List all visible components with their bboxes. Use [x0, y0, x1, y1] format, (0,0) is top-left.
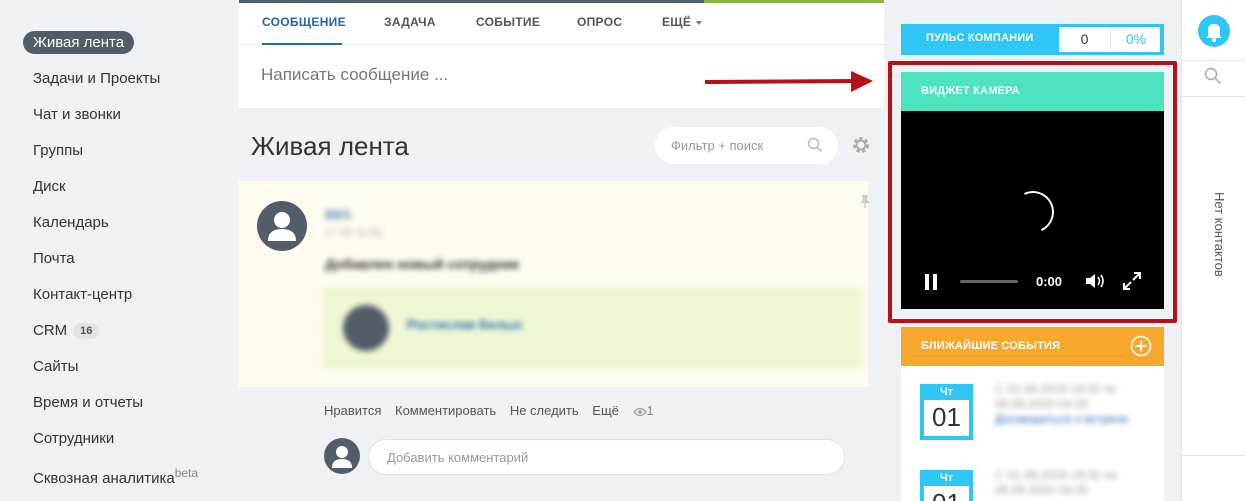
event-day: 01: [932, 402, 961, 432]
event-day-of-week: Чт: [920, 384, 973, 400]
upcoming-events-list: Чт 01 С 01.08.2019 19:32 по 06.08.2020 0…: [901, 366, 1164, 501]
event-range: С 01.08.2019 19:32 по 06.08.2020 04:25: [995, 468, 1117, 497]
person-avatar: [343, 305, 389, 351]
beta-badge: beta: [174, 466, 199, 480]
tab-poll[interactable]: ОПРОС: [577, 15, 622, 29]
sidebar-item-chat[interactable]: Чат и звонки: [33, 106, 121, 123]
person-name-link[interactable]: Ростислав Белых: [407, 317, 522, 332]
views-count: 1: [646, 403, 654, 418]
sidebar-item-analytics[interactable]: Сквозная аналитикаbeta: [33, 466, 198, 487]
crm-counter-badge: 16: [73, 323, 100, 340]
sidebar-item-sites[interactable]: Сайты: [33, 358, 78, 375]
like-button[interactable]: Нравится: [324, 403, 381, 418]
company-pulse-widget[interactable]: ПУЛЬС КОМПАНИИ 0 0%: [901, 24, 1164, 55]
event-day-of-week: Чт: [920, 470, 973, 486]
contacts-panel: Нет контактов: [1181, 0, 1245, 501]
more-button[interactable]: Ещё: [592, 403, 619, 418]
notifications-button[interactable]: [1198, 15, 1230, 47]
composer-tabs: СООБЩЕНИЕ ЗАДАЧА СОБЫТИЕ ОПРОС ЕЩЁ: [239, 3, 884, 45]
event-name-link[interactable]: Договориться о встрече: [995, 412, 1145, 427]
panel-divider: [1182, 96, 1245, 97]
search-icon[interactable]: [1204, 67, 1222, 90]
eye-icon: [632, 407, 647, 416]
tab-task[interactable]: ЗАДАЧА: [384, 15, 436, 29]
annotation-arrow: [705, 71, 873, 92]
tab-message[interactable]: СООБЩЕНИЕ: [262, 15, 346, 29]
upcoming-events-header: БЛИЖАЙШИЕ СОБЫТИЯ: [901, 327, 1164, 366]
left-sidebar: Живая лента Задачи и Проекты Чат и звонк…: [0, 0, 239, 501]
bell-icon: [1206, 24, 1222, 42]
highlight-frame: [888, 61, 1177, 323]
pin-icon[interactable]: [859, 194, 871, 213]
post-text: Добавлен новый сотрудник: [325, 256, 520, 272]
sidebar-item-disk[interactable]: Диск: [33, 178, 66, 195]
pulse-label: ПУЛЬС КОМПАНИИ: [926, 32, 1034, 44]
event-day: 01: [924, 488, 969, 501]
event-range: С 01.08.2019 19:32 по 06.08.2020 04:25: [995, 382, 1117, 411]
pulse-values: 0 0%: [1059, 27, 1160, 52]
add-comment-row: Добавить комментарий: [324, 438, 845, 476]
sidebar-item-mail[interactable]: Почта: [33, 250, 75, 267]
tab-more[interactable]: ЕЩЁ: [662, 15, 703, 29]
pulse-count: 0: [1059, 27, 1111, 52]
comment-button[interactable]: Комментировать: [395, 403, 496, 418]
filter-search-input[interactable]: Фильтр + поиск: [655, 127, 838, 164]
feed-post: BBS 17.05 11:52 Добавлен новый сотрудник…: [239, 181, 868, 387]
pulse-percent: 0%: [1125, 31, 1147, 47]
panel-divider: [1182, 455, 1245, 456]
tab-event[interactable]: СОБЫТИЕ: [476, 15, 540, 29]
sidebar-item-crm[interactable]: CRM 16: [33, 322, 100, 340]
event-date-card[interactable]: Чт 01: [920, 384, 973, 440]
comment-placeholder: Добавить комментарий: [387, 450, 529, 465]
sidebar-item-groups[interactable]: Группы: [33, 142, 83, 159]
sidebar-item-label: Сквозная аналитика: [33, 470, 175, 487]
page-title: Живая лента: [251, 131, 409, 161]
comment-input[interactable]: Добавить комментарий: [368, 439, 845, 475]
post-author[interactable]: BBS: [325, 207, 351, 222]
avatar: [324, 438, 360, 474]
sidebar-item-contact-center[interactable]: Контакт-центр: [33, 286, 132, 303]
sidebar-item-tasks[interactable]: Задачи и Проекты: [33, 70, 160, 87]
upcoming-events-title: БЛИЖАЙШИЕ СОБЫТИЯ: [921, 340, 1061, 352]
sidebar-item-time-reports[interactable]: Время и отчеты: [33, 394, 143, 411]
sidebar-item-label: CRM: [33, 322, 68, 339]
sidebar-item-employees[interactable]: Сотрудники: [33, 430, 114, 447]
gear-icon[interactable]: [851, 135, 871, 160]
avatar[interactable]: [257, 201, 307, 251]
search-icon[interactable]: [807, 137, 823, 158]
message-input[interactable]: Написать сообщение ...: [261, 65, 448, 85]
post-date: 17.05 11:52: [325, 227, 383, 239]
event-details: С 01.08.2019 19:32 по 06.08.2020 04:25 Д…: [995, 382, 1145, 427]
event-date-card[interactable]: Чт 01: [920, 470, 973, 501]
views-counter: 1: [632, 403, 664, 418]
add-event-icon[interactable]: [1130, 335, 1152, 362]
post-attachment: Ростислав Белых: [323, 287, 863, 369]
sidebar-item-live-feed[interactable]: Живая лента: [23, 31, 135, 54]
filter-placeholder: Фильтр + поиск: [671, 138, 764, 153]
sidebar-item-calendar[interactable]: Календарь: [33, 214, 109, 231]
no-contacts-label: Нет контактов: [1212, 192, 1227, 277]
chevron-down-icon: [696, 20, 703, 25]
tab-more-label: ЕЩЁ: [662, 15, 692, 29]
post-actions: Нравится Комментировать Не следить Ещё 1: [324, 403, 674, 418]
unfollow-button[interactable]: Не следить: [510, 403, 579, 418]
event-details: С 01.08.2019 19:32 по 06.08.2020 04:25: [995, 468, 1145, 498]
active-tab-underline: [262, 43, 342, 45]
panel-divider: [1182, 60, 1245, 61]
